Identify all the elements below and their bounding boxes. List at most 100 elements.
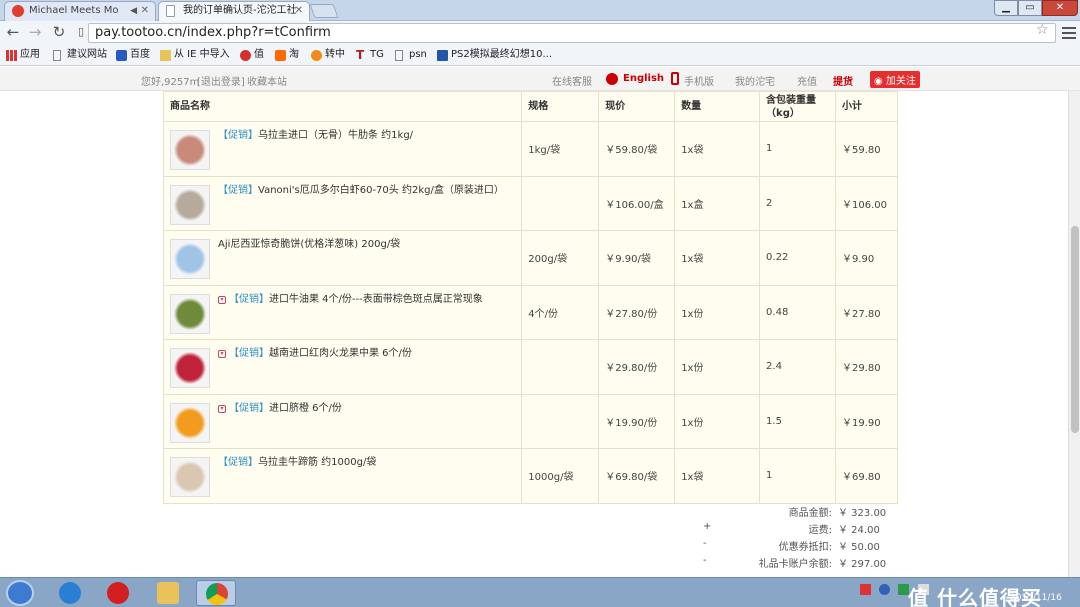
tgbus-icon	[437, 50, 448, 61]
start-button[interactable]	[6, 580, 34, 606]
new-tab-button[interactable]	[309, 4, 339, 18]
quantity-cell: 1x袋	[674, 230, 761, 286]
promo-tag: 【促销】	[229, 293, 269, 305]
favorite-link[interactable]: 收藏本站	[247, 73, 287, 88]
address-url[interactable]: pay.tootoo.cn/index.php?r=tConfirm	[95, 24, 331, 42]
bookmark-tg[interactable]: T TG	[356, 47, 384, 63]
spec-cell	[521, 393, 600, 449]
product-cell: ▾ 【促销】进口脐橙 6个/份	[162, 393, 523, 449]
logout-link[interactable]: [退出登录]	[197, 73, 245, 88]
page-icon	[395, 50, 403, 61]
product-thumbnail[interactable]	[170, 293, 210, 334]
product-thumbnail[interactable]	[170, 130, 210, 170]
product-title[interactable]: 进口牛油果 4个/份---表面带棕色斑点属正常现象	[269, 294, 483, 305]
total-value: ￥ 323.00	[838, 508, 887, 519]
bookmark-ie-import[interactable]: 从 IE 中导入	[160, 47, 230, 63]
expand-dropdown-icon[interactable]: ▾	[218, 295, 226, 304]
bookmark-zhi[interactable]: 值	[240, 47, 264, 63]
product-title[interactable]: 进口脐橙 6个/份	[269, 403, 342, 414]
product-title[interactable]: Vanoni's厄瓜多尔白虾60-70头 约2kg/盒（原装进口）	[258, 185, 504, 196]
sogou-icon	[860, 584, 871, 595]
weight-cell: 1.5	[759, 393, 836, 449]
weibo-follow-button[interactable]: ◉ 加关注	[870, 71, 920, 88]
product-title[interactable]: 越南进口红肉火龙果中果 6个/份	[269, 348, 412, 359]
product-title[interactable]: 乌拉圭进口（无骨）牛肋条 约1kg/	[258, 130, 413, 141]
bookmark-star-icon[interactable]: ☆	[1036, 22, 1049, 38]
bookmark-psn[interactable]: psn	[395, 47, 427, 63]
tab-michael-meets[interactable]: Michael Meets Mo ◀ ✕	[4, 1, 156, 21]
greeting-text: 您好,9257m	[141, 77, 200, 88]
product-name[interactable]: 【促销】乌拉圭进口（无骨）牛肋条 约1kg/	[218, 129, 518, 143]
reload-icon[interactable]: ↻	[50, 23, 68, 41]
online-service-link[interactable]: 在线客服	[552, 73, 592, 88]
pickup-link[interactable]: 提货	[833, 73, 853, 88]
close-window-button[interactable]: ✕	[1042, 0, 1078, 16]
product-thumbnail[interactable]	[170, 457, 210, 497]
english-link[interactable]: English	[623, 73, 664, 84]
minimize-button[interactable]: ▁	[994, 0, 1018, 16]
ie-icon	[59, 582, 81, 604]
recharge-link[interactable]: 充值	[797, 73, 817, 88]
vertical-scrollbar[interactable]	[1068, 91, 1080, 577]
total-sign: -	[703, 538, 707, 549]
product-title[interactable]: 乌拉圭牛蹄筋 约1000g/袋	[258, 457, 376, 468]
tab-order-confirm[interactable]: 我的订单确认页-沱沱工社 ✕	[158, 1, 310, 21]
help-icon	[879, 584, 891, 595]
product-name[interactable]: 【促销】Vanoni's厄瓜多尔白虾60-70头 约2kg/盒（原装进口）	[218, 184, 518, 198]
page-viewport: 商品名称 规格 现价 数量 含包装重量（kg） 小计 【促销】乌拉圭进口（无骨）…	[0, 91, 1068, 577]
scrollbar-thumb[interactable]	[1071, 226, 1079, 433]
bookmark-apps[interactable]: 应用	[6, 47, 40, 63]
close-tab-icon[interactable]: ✕	[141, 2, 149, 20]
expand-dropdown-icon[interactable]: ▾	[218, 350, 226, 358]
chrome-menu-icon[interactable]	[1062, 24, 1076, 40]
bookmarks-bar: 应用 建议网站 百度 从 IE 中导入 值 淘 转中 T TG psn PS2模…	[0, 45, 1080, 66]
product-thumbnail[interactable]	[170, 239, 210, 279]
product-name[interactable]: ▾ 【促销】越南进口红肉火龙果中果 6个/份	[218, 347, 518, 361]
product-name[interactable]: ▾ 【促销】进口脐橙 6个/份	[218, 402, 518, 416]
spec-cell: 200g/袋	[521, 230, 600, 286]
maximize-button[interactable]: ▭	[1018, 0, 1042, 16]
bookmark-ps2[interactable]: PS2模拟最终幻想10...	[437, 47, 552, 63]
col-header-spec: 规格	[521, 91, 600, 122]
bookmark-baidu[interactable]: 百度	[116, 47, 150, 63]
product-cell: ▾ 【促销】越南进口红肉火龙果中果 6个/份	[162, 339, 523, 395]
browser-toolbar: ← → ↻ pay.tootoo.cn/index.php?r=tConfirm…	[0, 21, 1080, 45]
product-name[interactable]: 【促销】乌拉圭牛蹄筋 约1000g/袋	[218, 456, 518, 470]
product-cell: 【促销】乌拉圭进口（无骨）牛肋条 约1kg/	[162, 121, 523, 177]
product-thumbnail[interactable]	[170, 184, 210, 225]
subtotal-cell: ￥9.90	[834, 230, 899, 286]
quantity-cell: 1x份	[674, 393, 761, 449]
subtotal-cell: ￥69.80	[834, 448, 899, 504]
weight-cell: 0.22	[759, 230, 836, 286]
spec-cell	[521, 339, 600, 395]
back-icon[interactable]: ←	[4, 23, 22, 41]
subtotal-cell: ￥106.00	[834, 175, 899, 231]
product-title[interactable]: Aji尼西亚惊奇脆饼(优格洋葱味) 200g/袋	[218, 239, 400, 250]
product-name[interactable]: ▾ 【促销】进口牛油果 4个/份---表面带棕色斑点属正常现象	[218, 293, 518, 307]
product-thumbnail[interactable]	[170, 402, 210, 443]
col-header-price: 现价	[598, 91, 676, 122]
close-tab-icon[interactable]: ✕	[295, 2, 303, 20]
product-thumbnail[interactable]	[170, 348, 210, 388]
product-cell: ▾ 【促销】进口牛油果 4个/份---表面带棕色斑点属正常现象	[162, 284, 523, 340]
taskbar-chrome[interactable]	[196, 580, 236, 606]
bookmark-tao[interactable]: 淘	[275, 47, 299, 63]
col-header-qty: 数量	[674, 91, 761, 122]
taskbar-ie[interactable]	[50, 580, 90, 606]
my-account-link[interactable]: 我的沱宅	[735, 73, 775, 88]
price-cell: ￥27.80/份	[598, 284, 676, 340]
bookmark-suggested[interactable]: 建议网站	[53, 47, 107, 63]
bookmark-zhuanzhong[interactable]: 转中	[311, 47, 345, 63]
forward-icon[interactable]: →	[26, 23, 44, 41]
folder-icon	[157, 582, 179, 604]
total-value: ￥ 24.00	[838, 525, 880, 536]
product-name[interactable]: Aji尼西亚惊奇脆饼(优格洋葱味) 200g/袋	[218, 238, 518, 252]
address-bar[interactable]: pay.tootoo.cn/index.php?r=tConfirm	[88, 23, 1056, 43]
expand-dropdown-icon[interactable]: ▾	[218, 404, 226, 413]
total-label: 礼品卡账户余额:	[758, 559, 832, 570]
clock-date: 2015/11/16	[1010, 593, 1062, 603]
taskbar-explorer[interactable]	[148, 580, 188, 606]
taskbar-opera[interactable]	[98, 580, 138, 606]
weight-cell: 1	[759, 121, 836, 177]
mobile-link[interactable]: 手机版	[684, 73, 714, 88]
